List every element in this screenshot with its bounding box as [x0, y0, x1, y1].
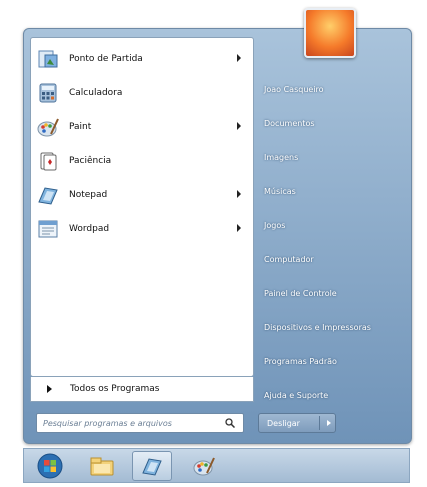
programs-pane: Ponto de Partida Calculadora Paint Paciê… — [30, 37, 254, 377]
search-input[interactable]: Pesquisar programas e arquivos — [36, 413, 244, 433]
all-programs-label: Todos os Programas — [70, 384, 160, 394]
submenu-arrow-icon[interactable] — [237, 190, 241, 198]
program-label: Ponto de Partida — [69, 54, 143, 64]
notepad-icon — [35, 182, 61, 208]
shutdown-divider — [319, 416, 320, 430]
program-paint[interactable]: Paint — [35, 112, 249, 142]
user-avatar[interactable] — [304, 8, 356, 58]
program-label: Calculadora — [69, 88, 123, 98]
submenu-arrow-icon[interactable] — [237, 122, 241, 130]
right-item-painel-de-controle[interactable]: Painel de Controle — [258, 281, 408, 305]
taskbar — [23, 448, 410, 483]
shutdown-label: Desligar — [267, 418, 300, 428]
program-label: Notepad — [69, 190, 108, 200]
all-programs-button[interactable]: Todos os Programas — [35, 379, 249, 399]
shutdown-button[interactable]: Desligar — [258, 413, 336, 433]
solitaire-icon — [35, 148, 61, 174]
explorer-icon[interactable] — [82, 451, 122, 481]
program-label: Wordpad — [69, 224, 110, 234]
right-item-jogos[interactable]: Jogos — [258, 213, 408, 237]
start-orb-icon[interactable] — [30, 451, 70, 481]
triangle-right-icon — [47, 385, 52, 393]
program-calculadora[interactable]: Calculadora — [35, 78, 249, 108]
paint-taskbar-icon[interactable] — [184, 451, 224, 481]
program-wordpad[interactable]: Wordpad — [35, 214, 249, 244]
search-icon[interactable] — [225, 418, 235, 428]
submenu-arrow-icon[interactable] — [237, 54, 241, 62]
right-item-computador[interactable]: Computador — [258, 247, 408, 271]
right-item-documentos[interactable]: Documentos — [258, 111, 408, 135]
right-item-programas-padrao[interactable]: Programas Padrão — [258, 349, 408, 373]
right-item-musicas[interactable]: Músicas — [258, 179, 408, 203]
right-item-dispositivos-e-impressoras[interactable]: Dispositivos e Impressoras — [258, 315, 408, 339]
program-label: Paciência — [69, 156, 112, 166]
search-placeholder: Pesquisar programas e arquivos — [43, 418, 172, 428]
program-paciencia[interactable]: Paciência — [35, 146, 249, 176]
places-pane: Joao Casqueiro Documentos Imagens Música… — [258, 29, 408, 409]
calculator-icon — [35, 80, 61, 106]
program-ponto-de-partida[interactable]: Ponto de Partida — [35, 44, 249, 74]
ponto-de-partida-icon — [35, 46, 61, 72]
notepad-taskbar-button[interactable] — [132, 451, 172, 481]
wordpad-icon — [35, 216, 61, 242]
submenu-arrow-icon[interactable] — [237, 224, 241, 232]
program-label: Paint — [69, 122, 92, 132]
program-notepad[interactable]: Notepad — [35, 180, 249, 210]
start-menu: Ponto de Partida Calculadora Paint Paciê… — [23, 28, 412, 444]
chevron-right-icon[interactable] — [327, 420, 331, 426]
right-item-ajuda-e-suporte[interactable]: Ajuda e Suporte — [258, 383, 408, 407]
paint-icon — [35, 114, 61, 140]
right-item-user[interactable]: Joao Casqueiro — [258, 77, 408, 101]
right-item-imagens[interactable]: Imagens — [258, 145, 408, 169]
all-programs-pane: Todos os Programas — [30, 377, 254, 402]
